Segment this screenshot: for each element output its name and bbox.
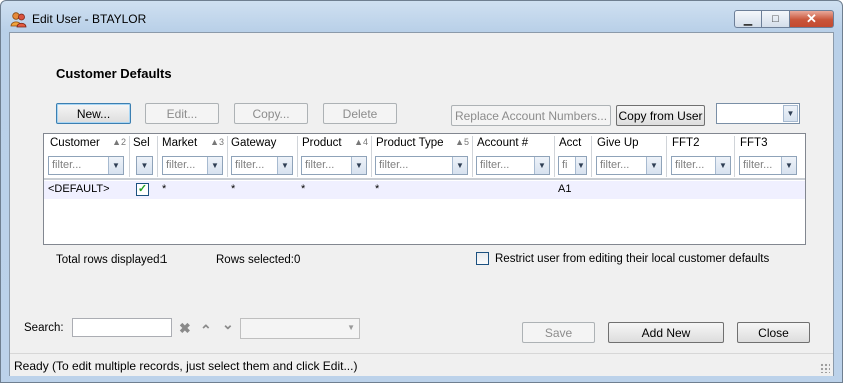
column-header-customer[interactable]: Customer ▲2 xyxy=(50,137,128,155)
cell-product: * xyxy=(301,183,306,195)
edit-user-window: Edit User - BTAYLOR ▁ □ ✕ Customer Defau… xyxy=(0,0,843,383)
column-header-market[interactable]: Market ▲3 xyxy=(162,137,226,155)
column-header-fft3[interactable]: FFT3 xyxy=(740,137,798,155)
column-header-acct[interactable]: Acct xyxy=(559,137,589,155)
close-window-button[interactable]: ✕ xyxy=(790,10,834,28)
rows-selected-value: 0 xyxy=(294,254,301,266)
sort-indicator-icon: ▲3 xyxy=(210,137,224,147)
search-label: Search: xyxy=(24,322,64,334)
sort-indicator-icon: ▲2 xyxy=(112,137,126,147)
dialog-client-area: Customer Defaults New... Edit... Copy...… xyxy=(9,32,834,376)
resize-grip-icon[interactable] xyxy=(820,363,830,373)
status-divider xyxy=(10,353,833,354)
cell-customer: <DEFAULT> xyxy=(48,183,110,195)
add-new-button[interactable]: Add New xyxy=(608,322,724,343)
rows-selected-label: Rows selected: xyxy=(216,254,294,266)
filter-account-number[interactable]: filter... ▼ xyxy=(476,156,550,175)
chevron-down-icon[interactable]: ▼ xyxy=(137,157,152,174)
checkmark-icon: ✓ xyxy=(137,183,148,195)
cell-gateway: * xyxy=(231,183,236,195)
section-title: Customer Defaults xyxy=(56,66,172,81)
total-rows-value: 1 xyxy=(161,254,168,266)
customer-defaults-grid[interactable]: Customer ▲2 Sel Market ▲3 Gateway Product ▲… xyxy=(43,133,806,245)
sort-indicator-icon: ▲4 xyxy=(354,137,368,147)
sel-checkbox[interactable]: ✓ xyxy=(136,183,149,196)
find-previous-icon[interactable]: ⌃ xyxy=(200,322,212,339)
chevron-down-icon[interactable]: ▼ xyxy=(108,157,123,174)
chevron-down-icon[interactable]: ▼ xyxy=(207,157,222,174)
sort-indicator-icon: ▲5 xyxy=(455,137,469,147)
column-header-product[interactable]: Product ▲4 xyxy=(302,137,370,155)
filter-customer[interactable]: filter... ▼ xyxy=(48,156,124,175)
maximize-button[interactable]: □ xyxy=(762,10,790,28)
column-header-gateway[interactable]: Gateway xyxy=(231,137,295,155)
close-button[interactable]: Close xyxy=(737,322,810,343)
filter-give-up[interactable]: filter... ▼ xyxy=(596,156,662,175)
search-input[interactable] xyxy=(72,318,172,337)
chevron-down-icon[interactable]: ▼ xyxy=(534,157,549,174)
minimize-button[interactable]: ▁ xyxy=(734,10,762,28)
table-row[interactable]: <DEFAULT> ✓ * * * * A1 xyxy=(44,181,805,199)
cell-market: * xyxy=(162,183,167,195)
search-column-select[interactable]: ▼ xyxy=(240,318,360,339)
window-title: Edit User - BTAYLOR xyxy=(32,12,147,26)
chevron-down-icon[interactable]: ▼ xyxy=(715,157,730,174)
column-header-account-number[interactable]: Account # xyxy=(477,137,553,155)
user-select[interactable]: ▼ xyxy=(716,103,800,124)
chevron-down-icon[interactable]: ▼ xyxy=(781,157,796,174)
delete-button[interactable]: Delete xyxy=(323,103,397,124)
filter-market[interactable]: filter... ▼ xyxy=(162,156,223,175)
filter-acct[interactable]: fi ▼ xyxy=(558,156,587,175)
replace-account-numbers-button[interactable]: Replace Account Numbers... xyxy=(451,105,611,126)
cell-acct: A1 xyxy=(558,183,572,195)
chevron-down-icon[interactable]: ▼ xyxy=(347,323,355,332)
restrict-editing-checkbox[interactable] xyxy=(476,252,489,265)
chevron-down-icon[interactable]: ▼ xyxy=(575,157,586,174)
edit-button[interactable]: Edit... xyxy=(145,103,219,124)
filter-product-type[interactable]: filter... ▼ xyxy=(375,156,468,175)
column-header-product-type[interactable]: Product Type ▲5 xyxy=(376,137,471,155)
chevron-down-icon[interactable]: ▼ xyxy=(783,105,798,122)
filter-gateway[interactable]: filter... ▼ xyxy=(231,156,293,175)
chevron-down-icon[interactable]: ▼ xyxy=(277,157,292,174)
chevron-down-icon[interactable]: ▼ xyxy=(646,157,661,174)
filter-fft2[interactable]: filter... ▼ xyxy=(671,156,731,175)
save-button[interactable]: Save xyxy=(522,322,595,343)
restrict-editing-label: Restrict user from editing their local c… xyxy=(495,253,770,265)
users-app-icon xyxy=(10,12,27,28)
column-header-fft2[interactable]: FFT2 xyxy=(672,137,732,155)
column-header-give-up[interactable]: Give Up xyxy=(597,137,665,155)
window-controls: ▁ □ ✕ xyxy=(734,10,834,28)
copy-from-user-button[interactable]: Copy from User xyxy=(616,105,705,126)
clear-search-icon[interactable]: ✖ xyxy=(179,320,191,337)
cell-product-type: * xyxy=(375,183,380,195)
new-button[interactable]: New... xyxy=(56,103,131,124)
total-rows-label: Total rows displayed: xyxy=(56,254,163,266)
status-text: Ready (To edit multiple records, just se… xyxy=(14,359,358,373)
find-next-icon[interactable]: ⌄ xyxy=(222,316,234,333)
header-divider xyxy=(44,178,805,180)
chevron-down-icon[interactable]: ▼ xyxy=(351,157,366,174)
title-bar[interactable]: Edit User - BTAYLOR ▁ □ ✕ xyxy=(1,1,842,35)
filter-fft3[interactable]: filter... ▼ xyxy=(739,156,797,175)
column-header-sel[interactable]: Sel xyxy=(133,137,157,155)
filter-sel[interactable]: ▼ xyxy=(136,156,153,175)
chevron-down-icon[interactable]: ▼ xyxy=(452,157,467,174)
filter-product[interactable]: filter... ▼ xyxy=(301,156,367,175)
status-bar: Ready (To edit multiple records, just se… xyxy=(10,355,833,376)
copy-button[interactable]: Copy... xyxy=(234,103,308,124)
